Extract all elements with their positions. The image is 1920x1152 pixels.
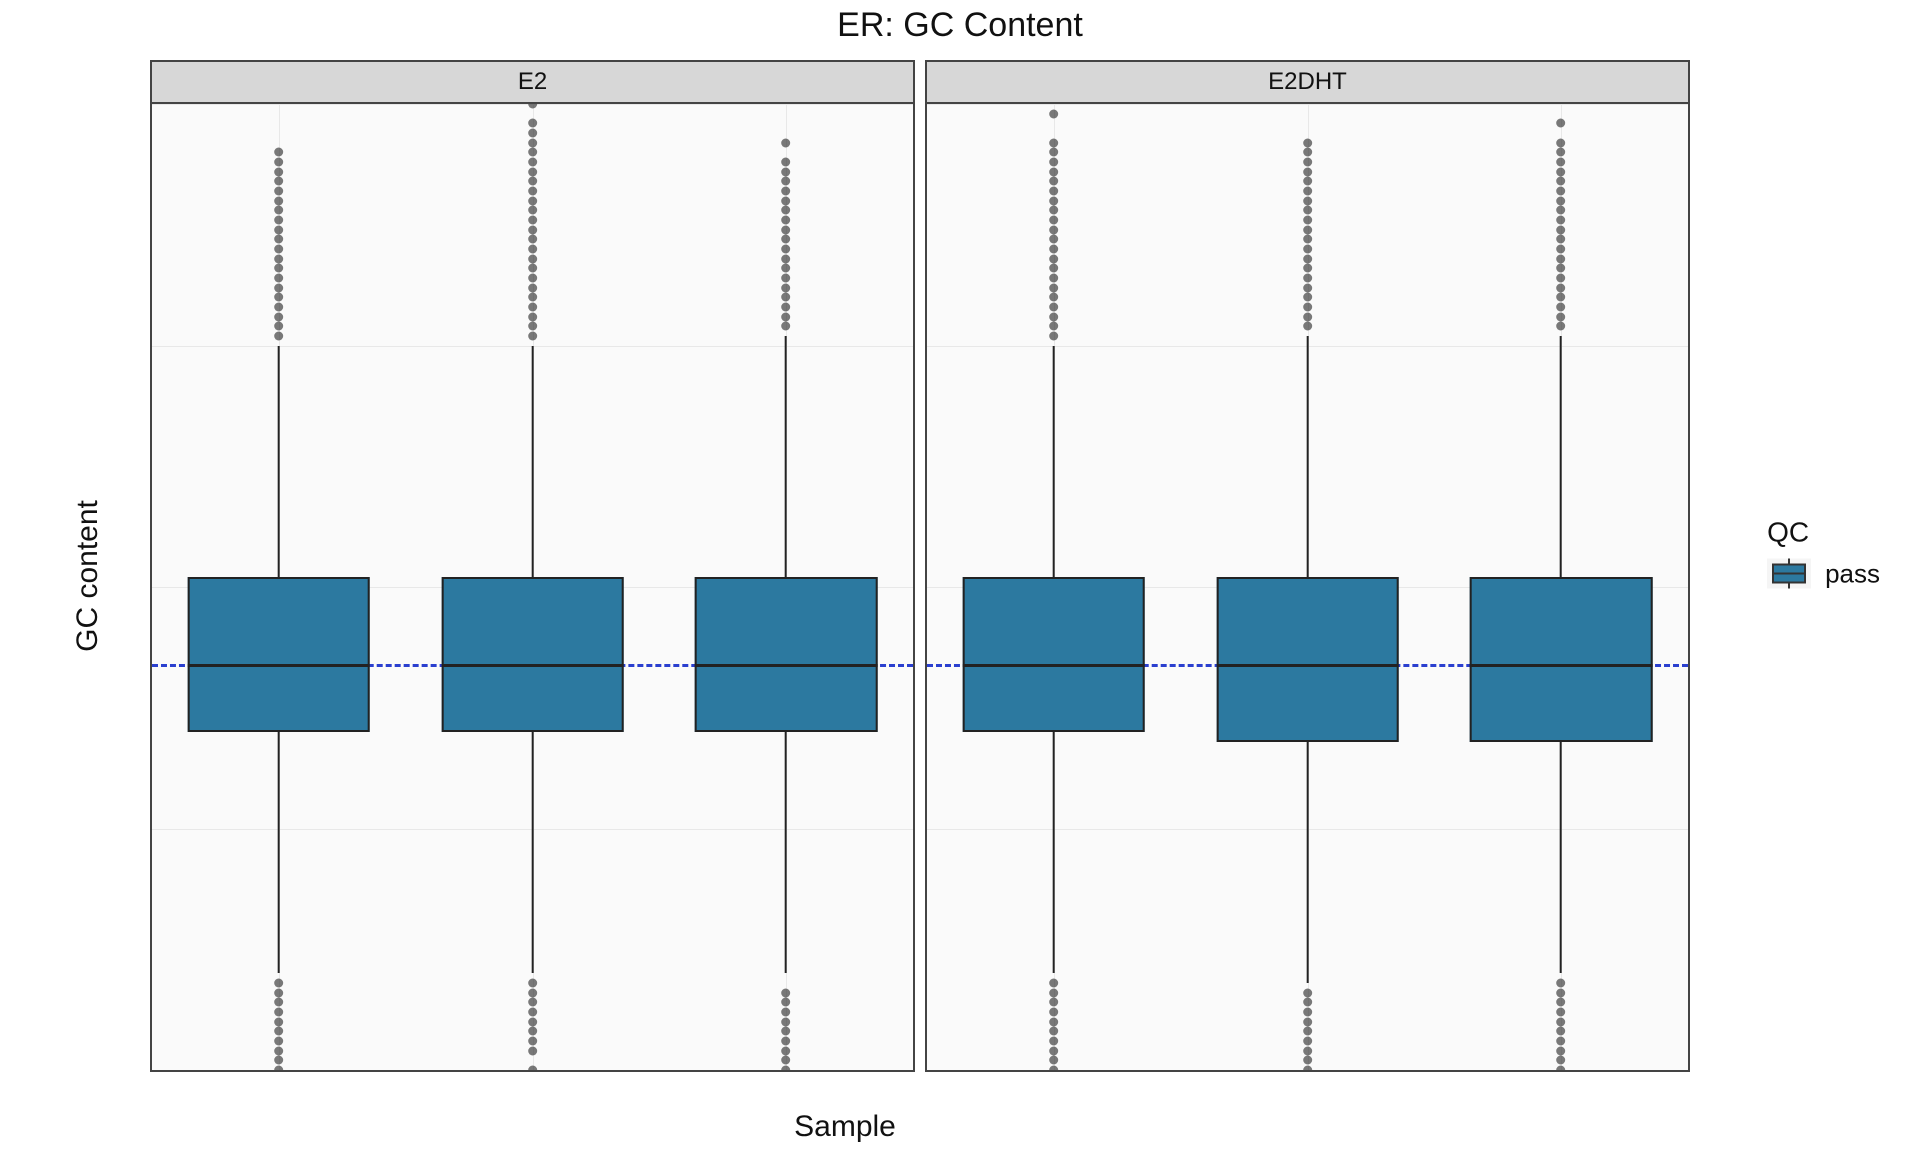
boxplot — [963, 104, 1146, 1070]
facet-panel: E20%25%50%75%100%E2_1E2_2E2_3 — [150, 60, 915, 1072]
x-axis-label: Sample — [0, 1110, 1690, 1144]
facet-header: E2 — [152, 62, 913, 104]
legend-item-label: pass — [1825, 558, 1880, 589]
facet-body: 0%25%50%75%100%E2_1E2_2E2_3 — [152, 104, 913, 1070]
chart-container: ER: GC Content GC content Sample QC pass… — [0, 0, 1920, 1152]
legend-title: QC — [1767, 516, 1880, 548]
boxplot — [441, 104, 624, 1070]
boxplot — [695, 104, 878, 1070]
chart-title: ER: GC Content — [0, 6, 1920, 45]
boxplot — [1470, 104, 1653, 1070]
facet-header: E2DHT — [927, 62, 1688, 104]
boxplot — [1216, 104, 1399, 1070]
y-axis-label: GC content — [71, 500, 105, 652]
legend-item-pass: pass — [1767, 558, 1880, 589]
facet-panel: E2DHTE2DHT_1E2DHT_2E2DHT_3 — [925, 60, 1690, 1072]
facet-body: E2DHT_1E2DHT_2E2DHT_3 — [927, 104, 1688, 1070]
plot-area: E20%25%50%75%100%E2_1E2_2E2_3E2DHTE2DHT_… — [150, 60, 1690, 1072]
boxplot — [188, 104, 371, 1070]
legend-swatch — [1767, 559, 1811, 589]
legend: QC pass — [1767, 516, 1880, 589]
